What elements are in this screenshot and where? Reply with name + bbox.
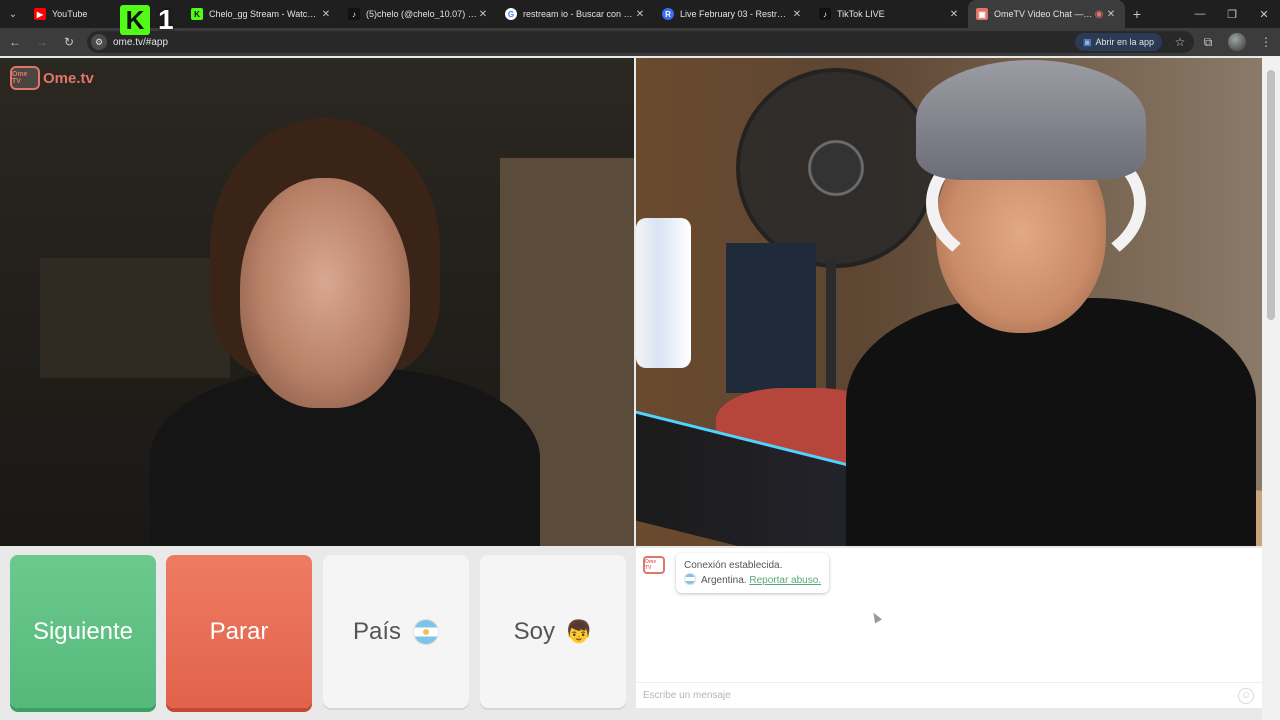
system-message: Conexión establecida. Argentina. Reporta… <box>676 553 830 593</box>
tab-title: (5)chelo (@chelo_10.07) | TikTok <box>366 9 477 19</box>
tab-search-icon[interactable]: ⌄ <box>0 0 26 28</box>
tab-title: Live February 03 - Restream <box>680 9 791 19</box>
tiktok-favicon-icon: ♪ <box>348 8 360 20</box>
partner-country-line: Argentina. Reportar abuso. <box>684 573 821 588</box>
partner-country: Argentina. <box>701 575 747 586</box>
recording-icon: ◉ <box>1094 8 1104 20</box>
close-tab-icon[interactable]: ✕ <box>791 9 803 20</box>
tab-restream[interactable]: R Live February 03 - Restream ✕ <box>654 0 811 28</box>
country-button-label: País <box>352 617 402 645</box>
close-window-icon[interactable]: ✕ <box>1248 0 1280 28</box>
extensions-icon[interactable]: ⧉ <box>1194 30 1222 54</box>
report-abuse-link[interactable]: Reportar abuso. <box>749 575 821 586</box>
stream-overlay: K 1 <box>120 4 174 36</box>
page-scrollbar[interactable] <box>1262 56 1280 720</box>
tab-tiktok-profile[interactable]: ♪ (5)chelo (@chelo_10.07) | TikTok ✕ <box>340 0 497 28</box>
close-tab-icon[interactable]: ✕ <box>948 9 960 20</box>
tab-title: Chelo_gg Stream - Watch Live on Kick <box>209 9 320 19</box>
restream-favicon-icon: R <box>662 8 674 20</box>
mouse-cursor-icon <box>870 610 882 624</box>
open-in-app-label: Abrir en la app <box>1095 37 1154 47</box>
argentina-flag-icon <box>684 573 696 585</box>
close-tab-icon[interactable]: ✕ <box>1105 9 1117 20</box>
reload-icon[interactable]: ↻ <box>57 30 81 54</box>
gender-button-label: Soy <box>513 617 555 645</box>
country-button[interactable]: País <box>323 555 469 708</box>
kick-logo: K <box>120 5 150 35</box>
overlay-number: 1 <box>158 4 174 35</box>
address-bar[interactable]: ⚙ ome.tv/#app ▣ Abrir en la app ☆ <box>87 31 1194 53</box>
browser-tab-strip: ⌄ ▶ YouTube K Chelo_gg Stream - Watch Li… <box>0 0 1280 28</box>
message-input[interactable] <box>643 690 1238 701</box>
google-favicon-icon: G <box>505 8 517 20</box>
stranger-video: Ome TV Ome.tv <box>0 58 634 546</box>
tiktok-favicon-icon: ♪ <box>819 8 831 20</box>
ometv-favicon-icon: ▣ <box>976 8 988 20</box>
tab-title: TikTok LIVE <box>837 9 885 19</box>
chat-panel: Ome TV Conexión establecida. Argentina. … <box>636 548 1262 708</box>
window-controls: — ❐ ✕ <box>1184 0 1280 28</box>
tab-title: OmeTV Video Chat — Omegle <box>994 9 1093 19</box>
ometv-logo-icon: Ome TV <box>10 66 40 90</box>
ometv-logo: Ome TV Ome.tv <box>10 66 94 90</box>
restore-icon[interactable]: ❐ <box>1216 0 1248 28</box>
ometv-page: Ome TV Ome.tv Siguiente Parar País Soy 👦… <box>0 56 1280 720</box>
menu-kebab-icon[interactable]: ⋮ <box>1252 30 1280 54</box>
url-text[interactable]: ome.tv/#app <box>113 37 1075 48</box>
self-video <box>636 58 1262 546</box>
minimize-icon[interactable]: — <box>1184 0 1216 28</box>
browser-toolbar: ← → ↻ ⚙ ome.tv/#app ▣ Abrir en la app ☆ … <box>0 28 1280 56</box>
app-icon: ▣ <box>1082 36 1092 47</box>
tab-kick[interactable]: K Chelo_gg Stream - Watch Live on Kick ✕ <box>183 0 340 28</box>
stop-button[interactable]: Parar <box>166 555 312 708</box>
tab-ometv[interactable]: ▣ OmeTV Video Chat — Omegle ◉ ✕ <box>968 0 1125 28</box>
tab-google-search[interactable]: G restream io - Buscar con Google ✕ <box>497 0 654 28</box>
close-tab-icon[interactable]: ✕ <box>477 9 489 20</box>
profile-avatar[interactable] <box>1228 33 1246 51</box>
scrollbar-thumb[interactable] <box>1267 70 1275 320</box>
chat-input-bar: ☺ <box>636 682 1262 708</box>
ometv-logo-text: Ome.tv <box>43 69 94 87</box>
close-tab-icon[interactable]: ✕ <box>320 9 332 20</box>
new-tab-button[interactable]: + <box>1125 0 1149 28</box>
youtube-favicon-icon: ▶ <box>34 8 46 20</box>
connection-status: Conexión establecida. <box>684 560 783 571</box>
forward-icon[interactable]: → <box>30 30 54 54</box>
back-icon[interactable]: ← <box>3 30 27 54</box>
open-in-app-button[interactable]: ▣ Abrir en la app <box>1074 33 1162 51</box>
argentina-flag-icon <box>413 618 440 645</box>
kick-favicon-icon: K <box>191 8 203 20</box>
next-button[interactable]: Siguiente <box>10 555 156 708</box>
site-info-icon[interactable]: ⚙ <box>91 34 107 50</box>
close-tab-icon[interactable]: ✕ <box>634 9 646 20</box>
next-button-label: Siguiente <box>32 617 134 645</box>
chat-ometv-icon: Ome TV <box>643 556 665 574</box>
bookmark-star-icon[interactable]: ☆ <box>1166 30 1194 54</box>
emoji-icon[interactable]: ☺ <box>1238 687 1254 704</box>
boy-icon: 👦 <box>564 618 593 644</box>
gender-button[interactable]: Soy 👦 <box>480 555 626 708</box>
tab-tiktok-live[interactable]: ♪ TikTok LIVE ✕ <box>811 0 968 28</box>
stop-button-label: Parar <box>209 617 269 645</box>
tab-title: restream io - Buscar con Google <box>523 9 634 19</box>
